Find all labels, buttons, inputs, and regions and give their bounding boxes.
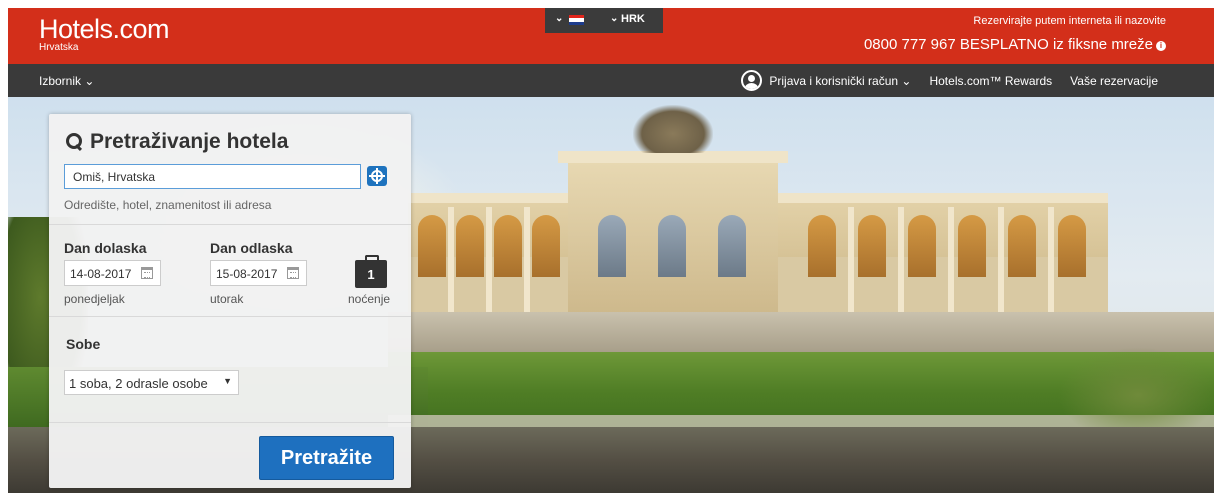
destination-hint: Odredište, hotel, znamenitost ili adresa (64, 198, 272, 212)
checkout-date-value: 15-08-2017 (216, 267, 278, 281)
nav-bar: Izbornik ⌄ Prijava i korisnički račun ⌄ … (8, 64, 1214, 97)
croatia-flag-icon (569, 15, 584, 25)
rooms-value: 1 soba, 2 odrasle osobe (69, 376, 208, 391)
checkout-weekday: utorak (210, 292, 244, 306)
search-title-text: Pretraživanje hotela (90, 130, 289, 153)
page: Hotels.com Hrvatska ⌄ ⌄ HRK Rezervirajte… (8, 8, 1214, 493)
trees (1058, 347, 1214, 427)
hero-image: Pretraživanje hotela Odredište, hotel, z… (8, 97, 1214, 493)
account-link[interactable]: Prijava i korisnički račun ⌄ (769, 74, 911, 88)
locate-me-icon[interactable] (367, 166, 387, 186)
calendar-icon[interactable] (141, 267, 153, 279)
bookings-link[interactable]: Vaše rezervacije (1070, 74, 1158, 88)
divider (49, 422, 411, 423)
terrace (388, 312, 1214, 352)
rooms-label: Sobe (66, 336, 101, 352)
gloriette-building (408, 105, 1108, 337)
chevron-down-icon: ⌄ (610, 13, 619, 24)
currency-label[interactable]: HRK (621, 13, 645, 25)
hotels-logo[interactable]: Hotels.com Hrvatska (39, 14, 170, 53)
checkout-label: Dan odlaska (210, 240, 293, 256)
info-icon[interactable]: i (1156, 41, 1166, 51)
search-panel: Pretraživanje hotela Odredište, hotel, z… (49, 114, 411, 488)
checkin-date-field[interactable]: 14-08-2017 (64, 260, 161, 286)
locale-selector[interactable]: ⌄ ⌄ HRK (545, 8, 663, 33)
chevron-down-icon: ⌄ (555, 13, 564, 24)
checkin-weekday: ponedjeljak (64, 292, 125, 306)
checkin-label: Dan dolaska (64, 240, 147, 256)
dropdown-arrow-icon: ▼ (223, 376, 232, 386)
search-title: Pretraživanje hotela (66, 130, 288, 154)
eagle-statue (633, 105, 713, 153)
divider (49, 316, 411, 317)
search-icon (66, 132, 84, 152)
logo-text: Hotels.com (39, 14, 170, 44)
flag-stripe-blue (569, 21, 584, 25)
phone-number: 0800 777 967 BESPLATNO iz fiksne mreže (863, 36, 1153, 53)
checkin-date-value: 14-08-2017 (70, 267, 132, 281)
top-header: Hotels.com Hrvatska ⌄ ⌄ HRK Rezervirajte… (8, 8, 1214, 64)
rooms-select[interactable]: 1 soba, 2 odrasle osobe ▼ (64, 370, 239, 395)
nights-count: 1 (367, 267, 375, 282)
destination-input[interactable] (64, 164, 361, 189)
phone-booking-cta: Rezervirajte putem interneta ili nazovit… (864, 15, 1166, 54)
menu-button[interactable]: Izbornik ⌄ (39, 74, 94, 88)
suitcase-icon: 1 (355, 255, 387, 288)
account-nav: Prijava i korisnički račun ⌄ Hotels.com™… (741, 68, 1158, 93)
user-avatar-icon[interactable] (741, 70, 763, 91)
nights-label: noćenje (348, 292, 391, 306)
divider (49, 224, 411, 225)
cta-text: Rezervirajte putem interneta ili nazovit… (973, 15, 1166, 27)
calendar-icon[interactable] (287, 267, 299, 279)
checkout-date-field[interactable]: 15-08-2017 (210, 260, 307, 286)
cta-phone: 0800 777 967 BESPLATNO iz fiksne mreže i (864, 36, 1166, 54)
rewards-link[interactable]: Hotels.com™ Rewards (929, 74, 1052, 88)
search-button[interactable]: Pretražite (259, 436, 394, 480)
